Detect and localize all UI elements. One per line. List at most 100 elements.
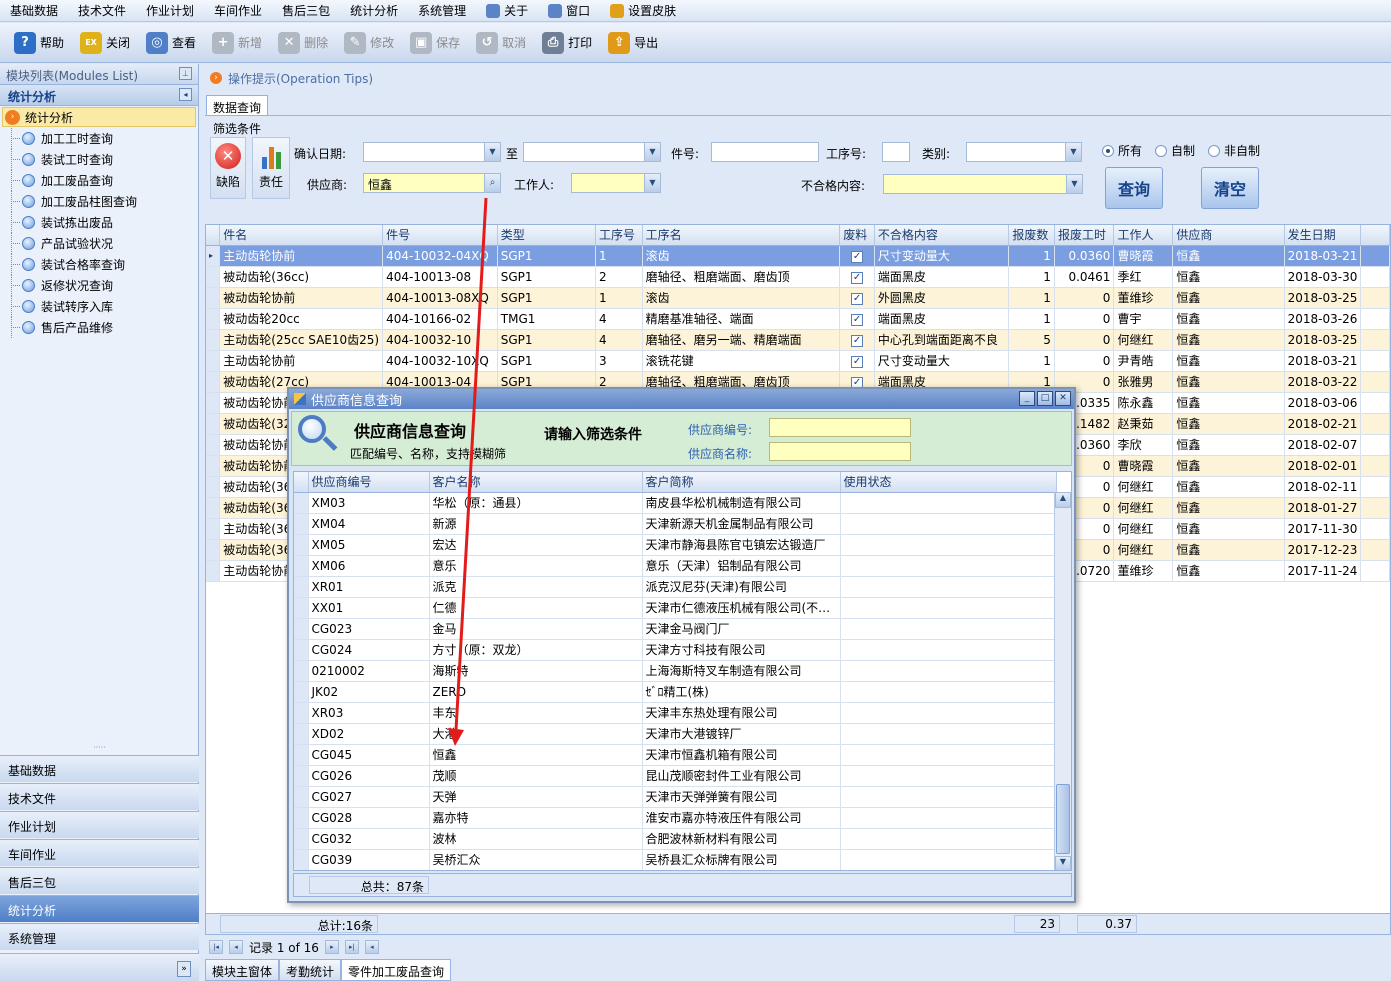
row-indicator[interactable] xyxy=(206,308,221,330)
row-indicator[interactable]: ▸ xyxy=(206,245,221,267)
sidebar-item[interactable]: 装试合格率查询 xyxy=(0,254,198,275)
row-indicator[interactable] xyxy=(294,534,309,556)
row-indicator[interactable] xyxy=(206,392,221,414)
collapse-icon[interactable]: ◂ xyxy=(179,88,192,101)
row-indicator[interactable] xyxy=(294,555,309,577)
table-row[interactable]: 被动齿轮协前 404-10013-08XQ SGP1 1 滚齿 ✓ 外圆黑皮 1 0 董维珍 恒鑫 2… xyxy=(206,287,1390,309)
column-header[interactable]: 类型 xyxy=(497,225,597,246)
process-no-input[interactable] xyxy=(882,142,910,162)
radio-external[interactable]: 非自制 xyxy=(1208,142,1260,159)
row-indicator[interactable] xyxy=(206,350,221,372)
row-indicator[interactable] xyxy=(206,455,221,477)
view-button[interactable]: ◎ 查看 xyxy=(138,25,204,61)
dialog-titlebar[interactable]: 供应商信息查询 _ □ ✕ xyxy=(289,389,1074,409)
sidebar-item[interactable]: 装试转序入库 xyxy=(0,296,198,317)
last-record-icon[interactable]: ▸| xyxy=(344,940,359,954)
section-header[interactable]: 统计分析 ◂ xyxy=(0,85,198,106)
row-indicator[interactable] xyxy=(206,497,221,519)
scroll-up-icon[interactable]: ▲ xyxy=(1055,492,1071,508)
checkbox-icon[interactable]: ✓ xyxy=(851,293,864,305)
row-indicator[interactable] xyxy=(294,849,309,870)
menu-item[interactable]: 窗口 xyxy=(538,0,600,22)
row-indicator[interactable] xyxy=(206,413,221,435)
row-indicator[interactable] xyxy=(206,476,221,498)
column-header[interactable]: 工序名 xyxy=(642,225,841,246)
table-row[interactable]: CG045 恒鑫 天津市恒鑫机箱有限公司 xyxy=(294,744,1057,766)
column-header[interactable]: 工序号 xyxy=(595,225,643,246)
print-button[interactable]: ⎙ 打印 xyxy=(534,25,600,61)
column-header[interactable]: 客户简称 xyxy=(642,472,841,493)
menu-item[interactable]: 作业计划 xyxy=(136,0,204,22)
radio-self[interactable]: 自制 xyxy=(1155,142,1195,159)
row-indicator[interactable] xyxy=(294,513,309,535)
row-indicator[interactable] xyxy=(294,723,309,745)
scroll-thumb[interactable] xyxy=(1056,784,1070,854)
row-indicator[interactable] xyxy=(294,828,309,850)
row-indicator[interactable] xyxy=(294,807,309,829)
row-indicator[interactable] xyxy=(206,287,221,309)
checkbox-icon[interactable]: ✓ xyxy=(851,314,864,326)
close-icon[interactable]: ✕ xyxy=(1055,391,1071,406)
sidebar-item[interactable]: 加工废品柱图查询 xyxy=(0,191,198,212)
defect-button[interactable]: ✕ 缺陷 xyxy=(210,137,246,199)
column-header[interactable]: 废料 xyxy=(839,225,875,246)
menu-item[interactable]: 技术文件 xyxy=(68,0,136,22)
chevron-down-icon[interactable]: ▼ xyxy=(644,143,660,161)
table-row[interactable]: CG027 天弹 天津市天弹弹簧有限公司 xyxy=(294,786,1057,808)
radio-all[interactable]: 所有 xyxy=(1102,142,1142,159)
worker-select[interactable]: ▼ xyxy=(571,173,661,193)
nav-section-button[interactable]: 车间作业 xyxy=(0,839,199,866)
scroll-left-icon[interactable]: ◂ xyxy=(364,940,379,954)
column-header[interactable]: 不合格内容 xyxy=(874,225,1010,246)
exit-button[interactable]: EX 关闭 xyxy=(72,25,138,61)
export-button[interactable]: ⇪ 导出 xyxy=(600,25,666,61)
row-indicator[interactable] xyxy=(206,560,221,582)
table-row[interactable]: 主动齿轮(25cc SAE10齿25) 404-10032-10 SGP1 4 磨轴径、… xyxy=(206,329,1390,351)
row-indicator[interactable] xyxy=(294,576,309,598)
table-row[interactable]: XM05 宏达 天津市静海县陈官屯镇宏达锻造厂 xyxy=(294,534,1057,556)
row-indicator[interactable] xyxy=(294,597,309,619)
tab-data-query[interactable]: 数据查询 xyxy=(206,95,269,116)
row-indicator[interactable] xyxy=(206,518,221,540)
bottom-tab[interactable]: 考勤统计 xyxy=(279,959,342,981)
bottom-tab[interactable]: 模块主窗体 xyxy=(205,959,280,981)
row-indicator[interactable] xyxy=(294,702,309,724)
column-header[interactable]: 发生日期 xyxy=(1284,225,1362,246)
date-to-input[interactable]: ▼ xyxy=(523,142,661,162)
nav-section-button[interactable]: 基础数据 xyxy=(0,755,199,782)
sidebar-item[interactable]: 加工工时查询 xyxy=(0,128,198,149)
next-record-icon[interactable]: ▸ xyxy=(324,940,339,954)
pin-icon[interactable]: ⊥ xyxy=(179,67,192,80)
table-row[interactable]: CG026 茂顺 昆山茂顺密封件工业有限公司 xyxy=(294,765,1057,787)
checkbox-icon[interactable]: ✓ xyxy=(851,356,864,368)
checkbox-icon[interactable]: ✓ xyxy=(851,335,864,347)
scroll-down-icon[interactable]: ▼ xyxy=(1055,856,1071,870)
table-row[interactable]: CG028 嘉亦特 淮安市嘉亦特液压件有限公司 xyxy=(294,807,1057,829)
column-header[interactable]: 件名 xyxy=(219,225,384,246)
nav-section-button[interactable]: 售后三包 xyxy=(0,867,199,894)
row-indicator[interactable] xyxy=(206,371,221,393)
chevron-down-icon[interactable]: ▼ xyxy=(1065,143,1081,161)
row-indicator[interactable] xyxy=(206,329,221,351)
search-icon[interactable]: ⌕ xyxy=(484,174,500,192)
sidebar-item[interactable]: 售后产品维修 xyxy=(0,317,198,338)
column-header[interactable]: 报废工时 xyxy=(1054,225,1115,246)
row-indicator[interactable] xyxy=(206,434,221,456)
nav-section-button[interactable]: 技术文件 xyxy=(0,783,199,810)
menu-item[interactable]: 售后三包 xyxy=(272,0,340,22)
row-indicator[interactable] xyxy=(294,660,309,682)
menu-item[interactable]: 统计分析 xyxy=(340,0,408,22)
first-record-icon[interactable]: |◂ xyxy=(209,940,223,954)
table-row[interactable]: XD02 大港 天津市大港镀锌厂 xyxy=(294,723,1057,745)
nav-more-button[interactable]: » xyxy=(0,953,199,981)
column-header[interactable]: 报废数 xyxy=(1008,225,1055,246)
table-row[interactable]: XX01 仁德 天津市仁德液压机械有限公司(不… xyxy=(294,597,1057,619)
supplier-code-input[interactable] xyxy=(769,418,911,437)
table-row[interactable]: XM03 华松（原：通县） 南皮县华松机械制造有限公司 xyxy=(294,492,1057,514)
table-row[interactable]: XM04 新源 天津新源天机金属制品有限公司 xyxy=(294,513,1057,535)
table-row[interactable]: 被动齿轮20cc 404-10166-02 TMG1 4 精磨基准轴径、端面 ✓ 端面黑皮 1… xyxy=(206,308,1390,330)
maximize-icon[interactable]: □ xyxy=(1037,391,1053,406)
menu-item[interactable]: 基础数据 xyxy=(0,0,68,22)
menu-item[interactable]: 设置皮肤 xyxy=(600,0,686,22)
menu-item[interactable]: 关于 xyxy=(476,0,538,22)
